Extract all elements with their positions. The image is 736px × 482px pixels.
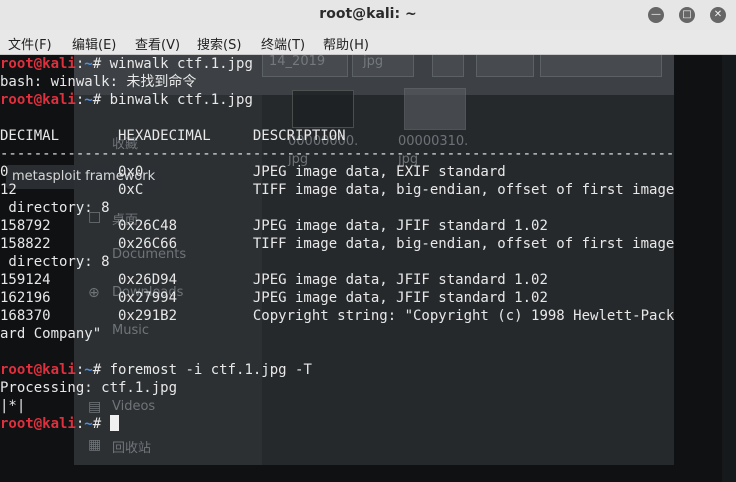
output-line: directory: 8 (0, 200, 110, 216)
window-title: root@kali: ~ (319, 6, 417, 22)
prompt-user: root@kali (0, 92, 76, 108)
command-line: root@kali:~# binwalk ctf.1.jpg (0, 92, 253, 108)
menu-search[interactable]: 搜索(S) (197, 34, 241, 53)
menu-bar: 文件(F) 编辑(E) 查看(V) 搜索(S) 终端(T) 帮助(H) (0, 30, 736, 55)
output-line: Processing: ctf.1.jpg (0, 380, 178, 396)
prompt-path: ~ (84, 56, 93, 72)
output-line: 162196 0x27994 JPEG image data, JFIF sta… (0, 290, 548, 306)
terminal-window: root@kali: ~ — □ ✕ 文件(F) 编辑(E) 查看(V) 搜索(… (0, 0, 736, 482)
maximize-icon[interactable]: □ (679, 7, 695, 23)
prompt-path: ~ (84, 416, 93, 432)
output-line: ----------------------------------------… (0, 146, 675, 162)
title-bar[interactable]: root@kali: ~ — □ ✕ (0, 0, 736, 31)
minimize-icon[interactable]: — (648, 7, 664, 23)
output-line: 12 0xC TIFF image data, big-endian, offs… (0, 182, 675, 198)
text-cursor (109, 415, 119, 431)
output-line: DECIMAL HEXADECIMAL DESCRIPTION (0, 128, 346, 144)
prompt-symbol: # (92, 92, 110, 108)
menu-file[interactable]: 文件(F) (8, 34, 52, 53)
output-line: ard Company" (0, 326, 102, 342)
background-sidebar-item: 回收站 (112, 441, 152, 456)
prompt-user: root@kali (0, 56, 76, 72)
command-text: winwalk ctf.1.jpg (109, 56, 253, 72)
menu-help[interactable]: 帮助(H) (323, 34, 369, 53)
command-line: root@kali:~# winwalk ctf.1.jpg (0, 56, 253, 72)
prompt-user: root@kali (0, 416, 76, 432)
prompt-path: ~ (84, 92, 93, 108)
terminal-area[interactable]: 14_2019 jpg 收藏 桌面 Documents Downloads Mu… (0, 55, 736, 482)
prompt-user: root@kali (0, 362, 76, 378)
terminal-output: root@kali:~# winwalk ctf.1.jpg bash: winw… (0, 55, 674, 433)
output-line: |*| (0, 398, 26, 414)
output-line: 158792 0x26C48 JPEG image data, JFIF sta… (0, 218, 548, 234)
output-line: 0 0x0 JPEG image data, EXIF standard (0, 164, 506, 180)
prompt-path: ~ (84, 362, 93, 378)
scrollbar[interactable] (722, 55, 736, 482)
command-text: binwalk ctf.1.jpg (109, 92, 253, 108)
menu-view[interactable]: 查看(V) (135, 34, 180, 53)
close-icon[interactable]: ✕ (710, 7, 726, 23)
prompt-symbol: # (92, 416, 110, 432)
output-line: bash: winwalk: 未找到命令 (0, 74, 197, 90)
output-line: directory: 8 (0, 254, 110, 270)
prompt-symbol: # (92, 56, 110, 72)
command-line: root@kali:~# (0, 415, 674, 433)
output-line: 159124 0x26D94 JPEG image data, JFIF sta… (0, 272, 548, 288)
prompt-symbol: # (92, 362, 110, 378)
command-line: root@kali:~# foremost -i ctf.1.jpg -T (0, 362, 312, 378)
trash-icon: ▦ (88, 437, 102, 453)
menu-terminal[interactable]: 终端(T) (261, 34, 305, 53)
menu-edit[interactable]: 编辑(E) (72, 34, 116, 53)
command-text: foremost -i ctf.1.jpg -T (109, 362, 312, 378)
output-line: 168370 0x291B2 Copyright string: "Copyri… (0, 308, 675, 324)
output-line: 158822 0x26C66 TIFF image data, big-endi… (0, 236, 675, 252)
